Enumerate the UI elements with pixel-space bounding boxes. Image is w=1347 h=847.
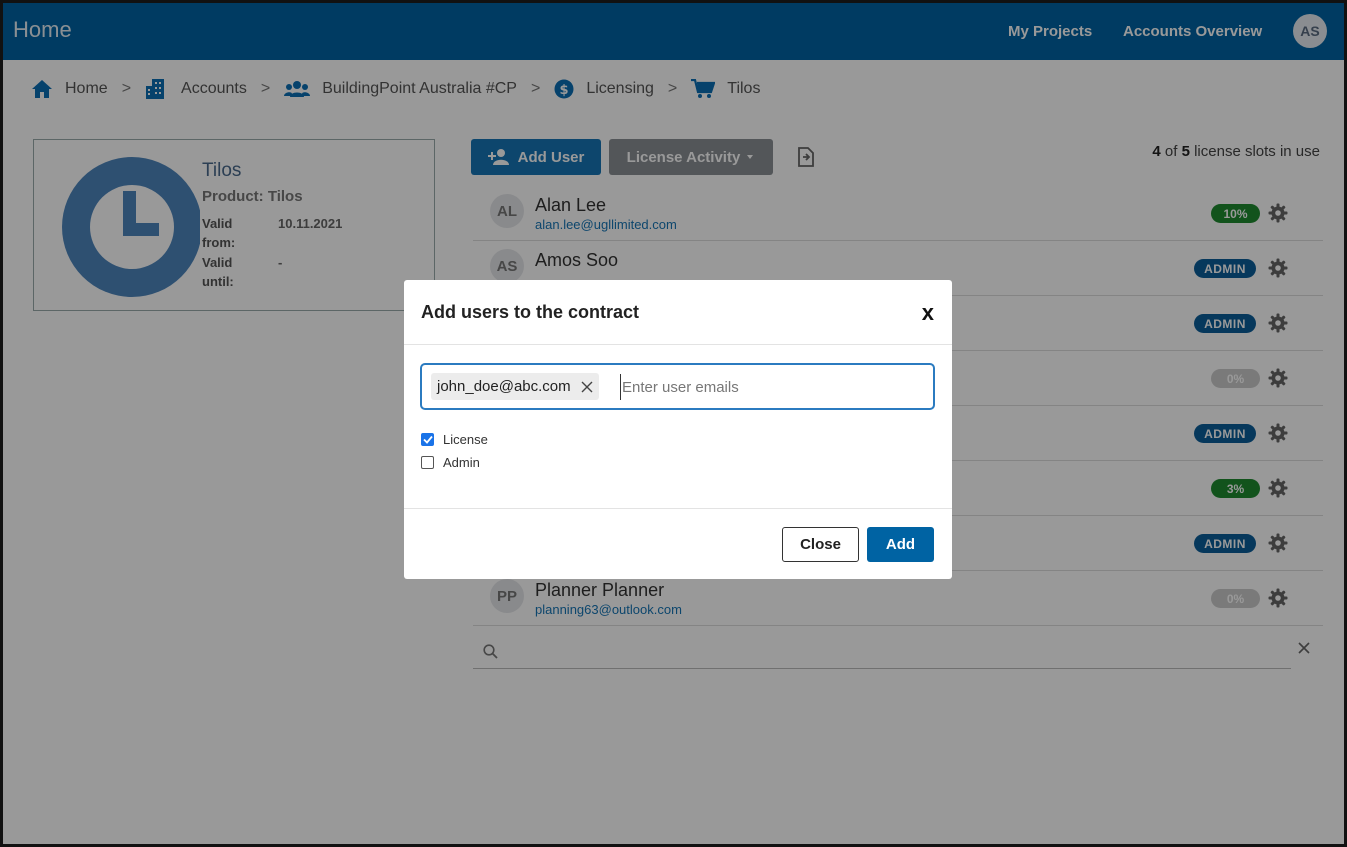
check-icon (422, 435, 433, 444)
admin-option[interactable]: Admin (421, 455, 480, 470)
email-chip-label: john_doe@abc.com (437, 378, 571, 395)
modal-close-icon[interactable]: x (922, 300, 934, 326)
admin-checkbox[interactable] (421, 456, 434, 469)
email-chip: john_doe@abc.com (431, 373, 599, 400)
modal-footer: Close Add (404, 508, 952, 579)
add-users-modal: Add users to the contract x john_doe@abc… (404, 280, 952, 579)
modal-title: Add users to the contract (421, 302, 640, 322)
license-option[interactable]: License (421, 432, 488, 447)
admin-label: Admin (443, 455, 480, 470)
license-label: License (443, 432, 488, 447)
add-button[interactable]: Add (867, 527, 934, 562)
license-checkbox[interactable] (421, 433, 434, 446)
modal-header: Add users to the contract x (404, 280, 952, 345)
user-emails-field[interactable]: john_doe@abc.com (420, 363, 935, 410)
app-frame: Home My Projects Accounts Overview AS Ho… (0, 0, 1347, 847)
user-email-input[interactable] (620, 374, 920, 400)
close-button[interactable]: Close (782, 527, 859, 562)
remove-chip-icon[interactable] (581, 381, 593, 393)
